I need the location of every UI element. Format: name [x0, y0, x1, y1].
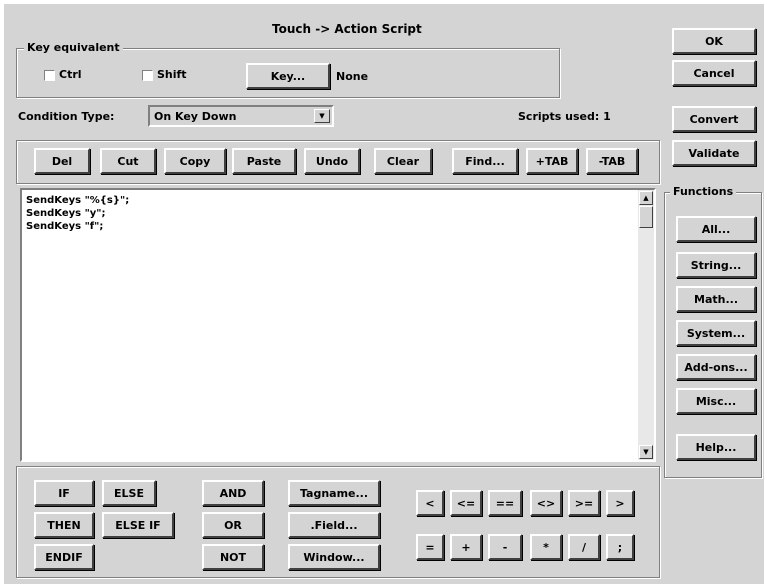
functions-legend: Functions: [670, 185, 737, 198]
then-button[interactable]: THEN: [34, 512, 94, 538]
key-equivalent-legend: Key equivalent: [24, 41, 123, 54]
validate-button[interactable]: Validate: [672, 140, 756, 166]
operator-multiply-button[interactable]: *: [530, 534, 562, 560]
help-button[interactable]: Help...: [676, 434, 756, 460]
minus-tab-button[interactable]: -TAB: [586, 148, 638, 174]
action-script-dialog: Touch -> Action Script Key equivalent Ct…: [4, 4, 764, 584]
operator-not-equal-button[interactable]: <>: [530, 490, 562, 516]
scroll-thumb[interactable]: [639, 206, 653, 228]
not-button[interactable]: NOT: [202, 544, 264, 570]
operator-less-than-button[interactable]: <: [416, 490, 444, 516]
condition-type-select[interactable]: On Key Down ▼: [148, 105, 334, 127]
operator-plus-button[interactable]: +: [450, 534, 482, 560]
shift-label: Shift: [157, 68, 187, 81]
del-button[interactable]: Del: [34, 148, 90, 174]
all-functions-button[interactable]: All...: [676, 216, 756, 242]
dialog-title: Touch -> Action Script: [272, 22, 422, 36]
operator-less-equal-button[interactable]: <=: [450, 490, 482, 516]
script-editor[interactable]: SendKeys "%{s}"; SendKeys "y"; SendKeys …: [20, 188, 656, 462]
or-button[interactable]: OR: [202, 512, 264, 538]
and-button[interactable]: AND: [202, 480, 264, 506]
paste-button[interactable]: Paste: [232, 148, 296, 174]
clear-button[interactable]: Clear: [374, 148, 432, 174]
else-if-button[interactable]: ELSE IF: [102, 512, 174, 538]
operator-semicolon-button[interactable]: ;: [606, 534, 634, 560]
if-button[interactable]: IF: [34, 480, 94, 506]
find-button[interactable]: Find...: [452, 148, 518, 174]
string-functions-button[interactable]: String...: [676, 252, 756, 278]
misc-functions-button[interactable]: Misc...: [676, 388, 756, 414]
condition-type-label: Condition Type:: [18, 110, 115, 123]
add-ons-functions-button[interactable]: Add-ons...: [676, 354, 756, 380]
undo-button[interactable]: Undo: [304, 148, 360, 174]
system-functions-button[interactable]: System...: [676, 320, 756, 346]
tagname-button[interactable]: Tagname...: [288, 480, 380, 506]
operator-equals-equals-button[interactable]: ==: [488, 490, 522, 516]
convert-button[interactable]: Convert: [672, 106, 756, 132]
operator-divide-button[interactable]: /: [568, 534, 600, 560]
field-button[interactable]: .Field...: [288, 512, 380, 538]
scroll-up-icon[interactable]: ▲: [639, 191, 653, 205]
shift-checkbox[interactable]: [142, 70, 153, 81]
plus-tab-button[interactable]: +TAB: [526, 148, 578, 174]
vertical-scrollbar[interactable]: ▲ ▼: [638, 190, 654, 460]
operator-minus-button[interactable]: -: [488, 534, 522, 560]
endif-button[interactable]: ENDIF: [34, 544, 94, 570]
chevron-down-icon[interactable]: ▼: [314, 109, 330, 123]
key-value: None: [336, 70, 369, 83]
else-button[interactable]: ELSE: [102, 480, 156, 506]
math-functions-button[interactable]: Math...: [676, 286, 756, 312]
condition-type-value: On Key Down: [154, 110, 237, 123]
scripts-used-text: Scripts used: 1: [518, 110, 611, 123]
script-text[interactable]: SendKeys "%{s}"; SendKeys "y"; SendKeys …: [22, 190, 654, 237]
ok-button[interactable]: OK: [672, 28, 756, 54]
operator-assign-button[interactable]: =: [416, 534, 444, 560]
key-button[interactable]: Key...: [246, 63, 330, 89]
ctrl-label: Ctrl: [59, 68, 82, 81]
copy-button[interactable]: Copy: [164, 148, 226, 174]
cut-button[interactable]: Cut: [100, 148, 156, 174]
ctrl-checkbox[interactable]: [44, 70, 55, 81]
operator-greater-than-button[interactable]: >: [606, 490, 634, 516]
window-button[interactable]: Window...: [288, 544, 380, 570]
operator-greater-equal-button[interactable]: >=: [568, 490, 600, 516]
scroll-down-icon[interactable]: ▼: [639, 445, 653, 459]
cancel-button[interactable]: Cancel: [672, 60, 756, 86]
